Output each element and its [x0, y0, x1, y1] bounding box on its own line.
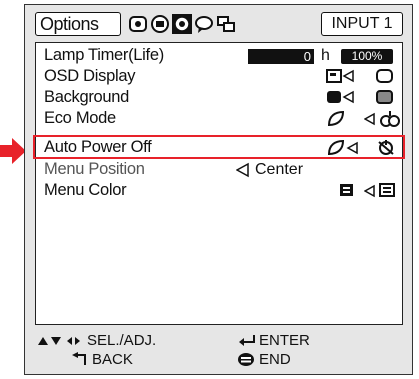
eco-mode-label: Eco Mode	[44, 109, 116, 127]
lamp-hours-unit: h	[321, 47, 330, 64]
eco-option-icon	[364, 111, 400, 127]
menu-tab-bar: Options INPUT 1	[35, 12, 403, 36]
picture-icon[interactable]	[128, 14, 148, 34]
auto-power-off-label: Auto Power Off	[44, 138, 152, 156]
enter-hint: ENTER	[259, 332, 310, 349]
osd-off-icon	[376, 69, 393, 83]
menu-list: Lamp Timer(Life) 0 h 100% OSD Display Ba…	[33, 42, 405, 325]
osd-display-label: OSD Display	[44, 67, 136, 85]
menu-color-standard-icon	[340, 184, 353, 196]
lamp-life-percent: 100%	[341, 49, 393, 64]
computer-icon[interactable]	[150, 14, 170, 34]
end-hint: END	[259, 351, 291, 368]
menu-position-value: Center	[255, 161, 304, 178]
eco-leaf-icon	[327, 110, 345, 127]
menu-position-label: Menu Position	[44, 160, 145, 178]
menu-item-auto-power-off[interactable]: Auto Power Off	[33, 135, 405, 159]
osd-on-icon	[326, 69, 354, 83]
menu-button-icon	[238, 353, 254, 366]
sel-adj-hint: SEL./ADJ.	[87, 332, 157, 349]
tab-options[interactable]: Options	[35, 12, 121, 36]
menu-item-menu-color[interactable]: Menu Color	[36, 180, 402, 201]
navigation-arrows-icon	[38, 337, 80, 345]
auto-power-off-off-icon	[378, 140, 394, 155]
left-triangle-icon	[236, 162, 249, 178]
lamp-hours-value: 0	[248, 49, 314, 64]
setup-icon[interactable]	[216, 14, 236, 34]
menu-item-eco-mode[interactable]: Eco Mode	[36, 108, 402, 129]
back-arrow-icon	[72, 352, 86, 365]
back-hint: BACK	[92, 351, 133, 368]
options-menu-panel: Options INPUT 1 Lamp Timer(Life) 0 h 100…	[24, 4, 413, 375]
language-icon[interactable]	[194, 14, 214, 34]
background-label: Background	[44, 88, 130, 106]
menu-color-option-icon	[364, 183, 395, 198]
menu-color-label: Menu Color	[44, 181, 127, 199]
lamp-timer-label: Lamp Timer(Life)	[44, 46, 164, 64]
menu-item-lamp-timer: Lamp Timer(Life) 0 h 100%	[36, 45, 402, 66]
enter-key-icon	[239, 335, 255, 346]
auto-power-off-on-icon	[327, 139, 358, 156]
menu-item-background[interactable]: Background	[36, 87, 402, 108]
background-none-icon	[376, 90, 393, 104]
menu-item-menu-position[interactable]: Menu Position Center	[36, 159, 402, 180]
options-icon[interactable]	[172, 14, 192, 34]
background-black-icon	[327, 90, 354, 104]
footer-help: SEL./ADJ. ENTER BACK END	[35, 331, 403, 371]
menu-item-osd-display[interactable]: OSD Display	[36, 66, 402, 87]
input-indicator: INPUT 1	[321, 12, 403, 36]
